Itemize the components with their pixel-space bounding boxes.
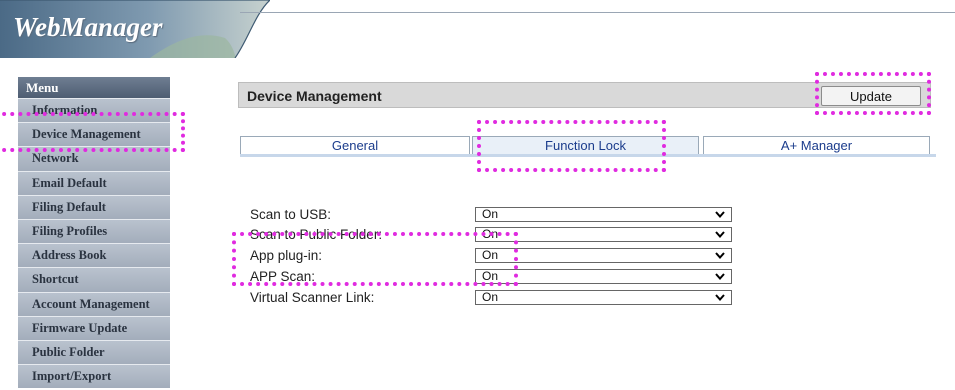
tab-a-plus-manager[interactable]: A+ Manager	[703, 136, 930, 154]
menu-title: Menu	[18, 77, 170, 98]
setting-label: Virtual Scanner Link:	[250, 290, 375, 305]
chevron-down-icon	[715, 211, 725, 218]
chevron-down-icon	[715, 273, 725, 280]
header-divider	[240, 12, 955, 13]
highlight-device-management	[0, 112, 185, 152]
select-value: On	[482, 207, 499, 221]
sidebar-item-import-export[interactable]: Import/Export	[18, 364, 170, 389]
page-title: Device Management	[247, 88, 382, 104]
sidebar-item-filing-default[interactable]: Filing Default	[18, 194, 170, 219]
chevron-down-icon	[715, 252, 725, 259]
sidebar-item-public-folder[interactable]: Public Folder	[18, 339, 170, 365]
highlight-app-settings	[232, 232, 518, 286]
sidebar-item-address-book[interactable]: Address Book	[18, 243, 170, 268]
select-value: On	[482, 290, 499, 304]
chevron-down-icon	[715, 294, 725, 301]
chevron-down-icon	[715, 231, 725, 238]
highlight-update-button	[815, 72, 931, 115]
sidebar-item-firmware-update[interactable]: Firmware Update	[18, 315, 170, 340]
header: WebManager	[0, 0, 955, 58]
sidebar-item-filing-profiles[interactable]: Filing Profiles	[18, 218, 170, 244]
scan-to-usb-select[interactable]: On	[475, 207, 732, 222]
virtual-scanner-link-select[interactable]: On	[475, 290, 732, 305]
sidebar-item-shortcut[interactable]: Shortcut	[18, 267, 170, 292]
highlight-function-lock-tab	[477, 120, 666, 172]
tab-general[interactable]: General	[240, 136, 470, 154]
setting-label: Scan to USB:	[250, 207, 332, 222]
sidebar-item-email-default[interactable]: Email Default	[18, 170, 170, 195]
sidebar-item-account-management[interactable]: Account Management	[18, 291, 170, 316]
app-logo: WebManager	[13, 12, 163, 42]
